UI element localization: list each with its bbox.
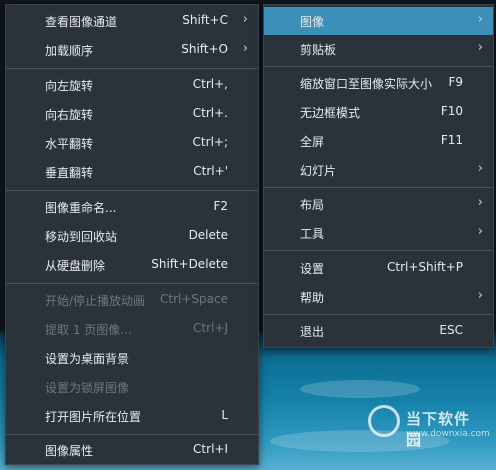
- chevron-right-icon: ›: [477, 224, 483, 239]
- menu-item-shortcut: Ctrl+': [193, 164, 228, 178]
- menu-item-load-order[interactable]: 加载顺序 Shift+O ›: [6, 36, 258, 64]
- menu-item-slideshow[interactable]: 幻灯片 ›: [264, 156, 493, 184]
- menu-item-shortcut: F11: [440, 133, 463, 147]
- menu-separator: [264, 187, 493, 188]
- menu-item-label: 移动到回收站: [45, 230, 118, 244]
- menu-separator: [6, 283, 258, 284]
- menu-item-label: 垂直翻转: [45, 166, 94, 180]
- menu-item-shortcut: F2: [213, 199, 228, 213]
- menu-item-label: 无边框模式: [300, 106, 361, 120]
- wave-foam: [300, 380, 420, 398]
- chevron-right-icon: ›: [477, 195, 483, 210]
- menu-item-extract-page: 提取 1 页图像... Ctrl+J: [6, 315, 258, 343]
- menu-item-label: 从硬盘删除: [45, 259, 106, 273]
- menu-item-shortcut: F10: [440, 104, 463, 118]
- menu-item-set-desktop-background[interactable]: 设置为桌面背景: [6, 344, 258, 372]
- menu-item-image[interactable]: 图像 ›: [264, 7, 493, 35]
- menu-item-shortcut: Ctrl+.: [192, 106, 228, 120]
- menu-item-label: 设置: [300, 262, 325, 276]
- menu-item-shortcut: L: [221, 408, 228, 422]
- chevron-right-icon: ›: [477, 161, 483, 176]
- menu-item-label: 水平翻转: [45, 137, 94, 151]
- menu-item-shortcut: Ctrl+Space: [160, 292, 228, 306]
- menu-item-borderless-mode[interactable]: 无边框模式 F10: [264, 98, 493, 126]
- menu-item-image-properties[interactable]: 图像属性 Ctrl+I: [6, 436, 258, 464]
- menu-item-shortcut: Ctrl+J: [193, 321, 228, 335]
- watermark-url: www.downxia.com: [406, 429, 490, 439]
- menu-item-label: 设置为桌面背景: [45, 352, 130, 366]
- context-menu: 查看图像通道 Shift+C › 加载顺序 Shift+O › 向左旋转 Ctr…: [5, 4, 259, 465]
- menu-item-tools[interactable]: 工具 ›: [264, 219, 493, 247]
- chevron-right-icon: ›: [477, 12, 483, 27]
- menu-item-shortcut: Shift+O: [181, 42, 228, 56]
- menu-item-view-channels[interactable]: 查看图像通道 Shift+C ›: [6, 7, 258, 35]
- menu-item-rotate-right[interactable]: 向右旋转 Ctrl+.: [6, 100, 258, 128]
- menu-item-label: 图像: [300, 15, 325, 29]
- menu-separator: [264, 314, 493, 315]
- main-menu: 图像 › 剪贴板 › 缩放窗口至图像实际大小 F9 无边框模式 F10 全屏 F…: [263, 4, 494, 348]
- menu-item-flip-vertical[interactable]: 垂直翻转 Ctrl+': [6, 158, 258, 186]
- menu-item-label: 打开图片所在位置: [45, 410, 142, 424]
- menu-item-label: 向右旋转: [45, 108, 94, 122]
- chevron-right-icon: ›: [242, 12, 248, 27]
- menu-item-shortcut: ESC: [439, 323, 463, 337]
- menu-item-exit[interactable]: 退出 ESC: [264, 317, 493, 345]
- menu-item-shortcut: Delete: [188, 228, 228, 242]
- menu-item-label: 图像重命名...: [45, 201, 117, 215]
- menu-item-help[interactable]: 帮助 ›: [264, 283, 493, 311]
- menu-item-label: 向左旋转: [45, 79, 94, 93]
- menu-item-label: 幻灯片: [300, 164, 337, 178]
- menu-item-label: 提取 1 页图像...: [45, 323, 132, 337]
- menu-separator: [264, 250, 493, 251]
- menu-item-shortcut: Ctrl+,: [192, 77, 228, 91]
- menu-item-label: 退出: [300, 325, 325, 339]
- menu-item-label: 加载顺序: [45, 44, 94, 58]
- chevron-right-icon: ›: [477, 40, 483, 55]
- menu-item-shortcut: Ctrl+I: [193, 442, 228, 456]
- menu-item-shortcut: Ctrl+;: [192, 135, 228, 149]
- menu-item-label: 查看图像通道: [45, 15, 118, 29]
- menu-item-move-to-recycle[interactable]: 移动到回收站 Delete: [6, 222, 258, 250]
- menu-item-open-file-location[interactable]: 打开图片所在位置 L: [6, 402, 258, 430]
- menu-item-layout[interactable]: 布局 ›: [264, 190, 493, 218]
- menu-item-flip-horizontal[interactable]: 水平翻转 Ctrl+;: [6, 129, 258, 157]
- menu-item-settings[interactable]: 设置 Ctrl+Shift+P: [264, 254, 493, 282]
- menu-item-shortcut: Ctrl+Shift+P: [387, 260, 463, 274]
- menu-item-delete-from-disk[interactable]: 从硬盘删除 Shift+Delete: [6, 251, 258, 279]
- menu-item-rotate-left[interactable]: 向左旋转 Ctrl+,: [6, 71, 258, 99]
- menu-item-label: 帮助: [300, 291, 325, 305]
- menu-separator: [6, 68, 258, 69]
- menu-item-label: 设置为锁屏图像: [45, 381, 130, 395]
- menu-item-shortcut: Shift+Delete: [151, 257, 228, 271]
- menu-item-shortcut: Shift+C: [182, 13, 228, 27]
- menu-item-label: 全屏: [300, 135, 325, 149]
- menu-item-label: 布局: [300, 198, 325, 212]
- menu-item-label: 开始/停止播放动画: [45, 294, 146, 308]
- menu-item-clipboard[interactable]: 剪贴板 ›: [264, 35, 493, 63]
- menu-item-shortcut: F9: [448, 75, 463, 89]
- menu-separator: [264, 66, 493, 67]
- menu-item-fullscreen[interactable]: 全屏 F11: [264, 127, 493, 155]
- chevron-right-icon: ›: [242, 41, 248, 56]
- menu-separator: [6, 190, 258, 191]
- menu-item-label: 图像属性: [45, 444, 94, 458]
- menu-item-label: 工具: [300, 227, 325, 241]
- menu-item-set-lock-screen: 设置为锁屏图像: [6, 373, 258, 401]
- watermark-logo-icon: [368, 405, 400, 437]
- menu-item-label: 缩放窗口至图像实际大小: [300, 77, 433, 91]
- chevron-right-icon: ›: [477, 288, 483, 303]
- menu-item-rename[interactable]: 图像重命名... F2: [6, 193, 258, 221]
- menu-separator: [6, 434, 258, 435]
- menu-item-toggle-animation: 开始/停止播放动画 Ctrl+Space: [6, 286, 258, 314]
- watermark: 当下软件园 www.downxia.com: [368, 402, 490, 452]
- menu-item-label: 剪贴板: [300, 43, 337, 57]
- menu-item-fit-window-to-image[interactable]: 缩放窗口至图像实际大小 F9: [264, 69, 493, 97]
